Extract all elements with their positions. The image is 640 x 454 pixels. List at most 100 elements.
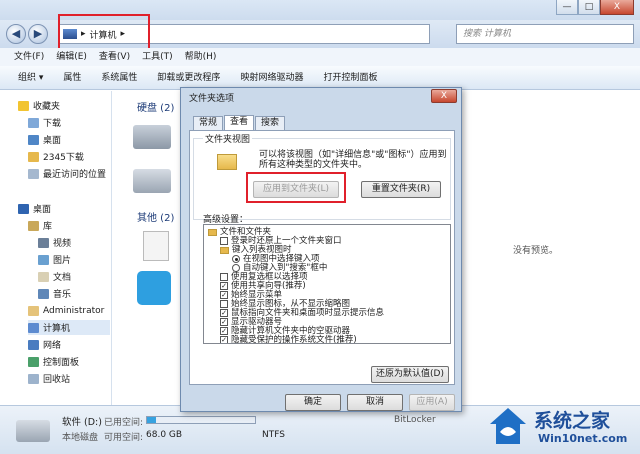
- house-logo-icon: [490, 408, 526, 444]
- sidebar-item-pictures[interactable]: 图片: [38, 252, 71, 267]
- minimize-button[interactable]: —: [556, 0, 578, 15]
- sidebar-item-downloads[interactable]: 下载: [28, 115, 61, 130]
- menu-bar: 文件(F) 编辑(E) 查看(V) 工具(T) 帮助(H): [0, 48, 640, 66]
- used-space-label: 已用空间:: [104, 418, 144, 428]
- sidebar-item-documents[interactable]: 文档: [38, 269, 71, 284]
- sidebar-item-recent[interactable]: 最近访问的位置: [28, 166, 106, 181]
- tab-view[interactable]: 查看: [224, 115, 255, 130]
- control-panel-button[interactable]: 打开控制面板: [323, 66, 377, 89]
- drive-name: 软件 (D:): [62, 417, 102, 428]
- checkbox-icon[interactable]: ✓: [220, 327, 228, 335]
- checkbox-icon[interactable]: ✓: [220, 318, 228, 326]
- dialog-title: 文件夹选项: [189, 94, 235, 104]
- music-icon: [38, 288, 49, 299]
- checkbox-icon[interactable]: [220, 237, 228, 245]
- document-icon: [38, 271, 49, 282]
- menu-help[interactable]: 帮助(H): [185, 48, 217, 66]
- drive-icon: [16, 420, 50, 442]
- radio-icon[interactable]: [232, 255, 240, 263]
- desktop-icon: [28, 134, 39, 145]
- recycle-bin-icon: [28, 373, 39, 384]
- sidebar-desktop[interactable]: 桌面: [18, 201, 51, 216]
- menu-view[interactable]: 查看(V): [99, 48, 130, 66]
- reset-folders-button[interactable]: 重置文件夹(R): [361, 181, 441, 198]
- navigation-pane: 收藏夹 下载 桌面 2345下载 最近访问的位置 桌面 库 视频 图片 文档 音…: [0, 91, 112, 405]
- file-system: NTFS: [262, 430, 285, 440]
- menu-file[interactable]: 文件(F): [14, 48, 44, 66]
- ok-button[interactable]: 确定: [285, 394, 341, 411]
- sidebar-computer[interactable]: 计算机: [28, 320, 110, 335]
- folder-icon: [28, 151, 39, 162]
- watermark-brand: 系统之家: [534, 410, 611, 432]
- sidebar-recycle-bin[interactable]: 回收站: [28, 371, 70, 386]
- dialog-tabs: 常规 查看 搜索: [193, 115, 286, 131]
- sidebar-favorites[interactable]: 收藏夹: [18, 98, 60, 113]
- drive-c-icon[interactable]: [133, 125, 171, 149]
- sidebar-control-panel[interactable]: 控制面板: [28, 354, 79, 369]
- organize-button[interactable]: 组织 ▾: [18, 66, 43, 89]
- map-drive-button[interactable]: 映射网络驱动器: [240, 66, 303, 89]
- section-other[interactable]: 其他 (2): [137, 209, 174, 224]
- sidebar-item-music[interactable]: 音乐: [38, 286, 71, 301]
- tab-search[interactable]: 搜索: [255, 116, 286, 130]
- checkbox-icon[interactable]: [220, 300, 228, 308]
- checkbox-icon[interactable]: ✓: [220, 282, 228, 290]
- advanced-setting-label: 隐藏受保护的操作系统文件(推荐): [231, 335, 357, 344]
- sidebar-item-2345[interactable]: 2345下载: [28, 149, 84, 164]
- search-input[interactable]: 搜索 计算机: [456, 24, 634, 44]
- dialog-close-button[interactable]: X: [431, 89, 457, 103]
- sidebar-item-videos[interactable]: 视频: [38, 235, 71, 250]
- star-icon: [18, 100, 29, 111]
- back-button[interactable]: ◀: [6, 24, 26, 44]
- folder-options-dialog: 文件夹选项 X 常规 查看 搜索 文件夹视图 可以将该视图（如"详细信息"或"图…: [180, 87, 462, 412]
- recent-icon: [28, 168, 39, 179]
- folder-view-label: 文件夹视图: [203, 132, 253, 145]
- sidebar-network[interactable]: 网络: [28, 337, 61, 352]
- library-icon: [28, 220, 39, 231]
- video-icon: [38, 237, 49, 248]
- folder-icon: [217, 154, 237, 170]
- section-hard-disks[interactable]: 硬盘 (2): [137, 99, 174, 114]
- picture-icon: [38, 254, 49, 265]
- system-properties-button[interactable]: 系统属性: [101, 66, 137, 89]
- watermark-logo: 系统之家 Win10net.com: [482, 400, 636, 450]
- cloud-icon[interactable]: [137, 271, 171, 305]
- radio-icon[interactable]: [232, 264, 240, 272]
- properties-button[interactable]: 属性: [63, 66, 81, 89]
- folder-view-description: 可以将该视图（如"详细信息"或"图标"）应用到所有这种类型的文件夹中。: [259, 150, 447, 170]
- desktop-icon: [18, 203, 29, 214]
- sidebar-item-desktop[interactable]: 桌面: [28, 132, 61, 147]
- advanced-settings-list[interactable]: 文件和文件夹 登录时还原上一个文件夹窗口 键入列表视图时 在视图中选择键入项 自动键入到…: [203, 224, 451, 344]
- no-preview-text: 没有预览。: [513, 246, 559, 256]
- menu-tools[interactable]: 工具(T): [142, 48, 173, 66]
- checkbox-icon[interactable]: [220, 273, 228, 281]
- file-icon[interactable]: [143, 231, 169, 261]
- checkbox-icon[interactable]: ✓: [220, 291, 228, 299]
- close-button[interactable]: X: [600, 0, 634, 15]
- window-controls: — □ X: [556, 0, 634, 15]
- checkbox-icon[interactable]: ✓: [220, 309, 228, 317]
- cancel-button[interactable]: 取消: [347, 394, 403, 411]
- restore-defaults-button[interactable]: 还原为默认值(D): [371, 366, 449, 383]
- maximize-button[interactable]: □: [578, 0, 600, 15]
- watermark-site: Win10net.com: [538, 432, 628, 445]
- drive-d-icon[interactable]: [133, 169, 171, 193]
- folder-icon[interactable]: [208, 228, 217, 236]
- folder-icon[interactable]: [220, 246, 229, 254]
- usage-bar-fill: [147, 417, 156, 423]
- usage-bar: [146, 416, 256, 424]
- sidebar-admin[interactable]: Administrator: [28, 303, 104, 318]
- menu-edit[interactable]: 编辑(E): [56, 48, 87, 66]
- checkbox-icon[interactable]: ✓: [220, 336, 228, 343]
- advanced-setting-item[interactable]: ✓ 隐藏受保护的操作系统文件(推荐): [220, 335, 357, 344]
- apply-button[interactable]: 应用(A): [409, 394, 455, 411]
- drive-type: 本地磁盘: [62, 433, 99, 443]
- bitlocker-label: BitLocker: [394, 415, 436, 425]
- forward-button[interactable]: ▶: [28, 24, 48, 44]
- control-panel-icon: [28, 356, 39, 367]
- sidebar-library[interactable]: 库: [28, 218, 52, 233]
- tab-general[interactable]: 常规: [193, 116, 224, 130]
- uninstall-button[interactable]: 卸载或更改程序: [157, 66, 220, 89]
- highlight-box: [58, 14, 150, 52]
- computer-icon: [28, 322, 39, 333]
